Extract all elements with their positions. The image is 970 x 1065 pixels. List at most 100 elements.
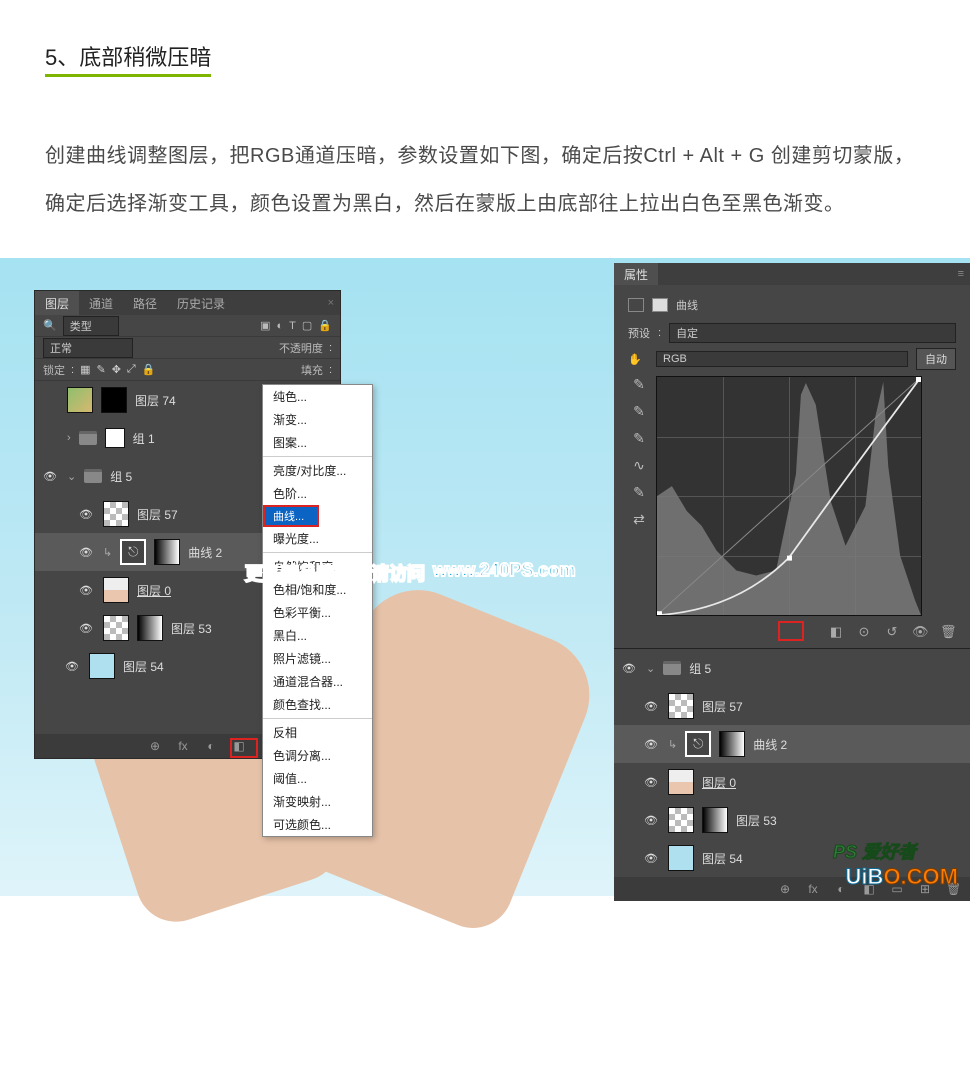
eyedropper-icon[interactable]: ✎ [633,430,645,447]
menu-item[interactable]: 渐变... [263,408,372,431]
layer-row-group[interactable]: 👁 ⌄ 组 5 [614,649,970,687]
layer-name[interactable]: 图层 0 [137,582,171,599]
layer-thumb[interactable] [67,387,93,413]
layer-row[interactable]: 👁 图层 57 [614,687,970,725]
lock-icon[interactable]: ▦ [80,363,90,376]
layer-row[interactable]: 👁 图层 0 [614,763,970,801]
layer-name[interactable]: 组 1 [133,430,155,447]
layer-name[interactable]: 组 5 [689,660,711,677]
adjustment-thumb[interactable]: ⎋ [685,731,711,757]
menu-item[interactable]: 阈值... [263,767,372,790]
menu-item[interactable]: 图案... [263,431,372,454]
visibility-toggle[interactable]: 👁 [63,660,81,673]
visibility-toggle[interactable]: 👁 [642,776,660,789]
tab-paths[interactable]: 路径 [123,291,167,315]
visibility-toggle[interactable]: 👁 [642,700,660,713]
menu-item[interactable]: 黑白... [263,624,372,647]
fx-icon[interactable]: fx [176,739,190,753]
layer-name[interactable]: 图层 54 [123,658,164,675]
smooth-icon[interactable]: ⇄ [633,511,645,528]
pencil-icon[interactable]: ✎ [633,484,645,501]
reset-icon[interactable]: ↺ [884,624,900,640]
visibility-toggle[interactable]: 👁 [620,662,638,675]
view-previous-icon[interactable]: ⊙ [856,624,872,640]
tab-layers[interactable]: 图层 [35,291,79,315]
layer-thumb[interactable] [668,845,694,871]
auto-button[interactable]: 自动 [916,348,956,370]
layer-name[interactable]: 曲线 2 [188,544,222,561]
layer-thumb[interactable] [89,653,115,679]
filter-icon letter-T[interactable]: T [289,320,296,332]
menu-item[interactable]: 照片滤镜... [263,647,372,670]
visibility-toggle[interactable]: 👁 [77,622,95,635]
mask-thumb[interactable] [702,807,728,833]
filter-icon[interactable]: ▣ [260,319,270,332]
visibility-toggle[interactable]: 👁 [642,852,660,865]
menu-item[interactable]: 可选颜色... [263,813,372,836]
curve-canvas[interactable] [656,376,922,616]
trash-icon[interactable]: 🗑 [940,624,956,640]
link-icon[interactable]: ⊕ [148,739,162,753]
menu-item[interactable]: 渐变映射... [263,790,372,813]
visibility-icon[interactable]: 👁 [912,624,928,640]
menu-item[interactable]: 曝光度... [263,527,372,550]
chevron-right-icon[interactable]: › [67,432,71,444]
search-icon[interactable]: 🔍 [43,319,57,332]
fx-icon[interactable]: fx [806,882,820,896]
visibility-toggle[interactable]: 👁 [77,546,95,559]
layer-thumb[interactable] [103,577,129,603]
layer-name[interactable]: 图层 0 [702,774,736,791]
mask-thumb[interactable] [154,539,180,565]
visibility-toggle[interactable]: 👁 [41,470,59,483]
visibility-toggle[interactable]: 👁 [77,508,95,521]
layer-name[interactable]: 图层 57 [137,506,178,523]
layer-row[interactable]: 👁 ↳ ⎋ 曲线 2 [614,725,970,763]
layer-thumb[interactable] [668,769,694,795]
lock-icon[interactable]: 🔒 [142,363,156,376]
visibility-toggle[interactable]: 👁 [642,738,660,751]
layer-name[interactable]: 图层 54 [702,850,743,867]
adjustment-thumb[interactable]: ⎋ [120,539,146,565]
eyedropper-icon[interactable]: ✎ [633,376,645,393]
visibility-toggle[interactable]: 👁 [77,584,95,597]
mask-icon[interactable] [652,298,668,312]
lock-icon[interactable]: ✥ [112,363,121,376]
menu-item[interactable]: 色调分离... [263,744,372,767]
menu-item[interactable]: 亮度/对比度... [263,459,372,482]
menu-icon[interactable]: ≡ [958,268,964,280]
chevron-down-icon[interactable]: ⌄ [67,470,76,483]
curve-point-icon[interactable]: ∿ [633,457,645,474]
chevron-down-icon[interactable]: ⌄ [646,662,655,675]
layer-name[interactable]: 图层 53 [171,620,212,637]
lock-icon[interactable]: ⤢ [127,363,136,376]
layer-thumb[interactable] [103,615,129,641]
mask-thumb[interactable] [719,731,745,757]
layer-thumb[interactable] [103,501,129,527]
menu-item[interactable]: 色阶... [263,482,372,505]
hand-icon[interactable]: ✋ [628,353,648,366]
mask-thumb[interactable] [137,615,163,641]
lock-icon[interactable]: ✎ [96,363,105,376]
layer-name[interactable]: 图层 53 [736,812,777,829]
visibility-toggle[interactable]: 👁 [642,814,660,827]
layer-name[interactable]: 曲线 2 [753,736,787,753]
clip-to-layer-icon[interactable]: ◧ [828,624,844,640]
layer-row[interactable]: 👁 图层 53 [614,801,970,839]
menu-item[interactable]: 通道混合器... [263,670,372,693]
kind-filter[interactable]: 类型 [63,316,119,336]
layer-thumb[interactable] [668,693,694,719]
layer-thumb[interactable] [668,807,694,833]
filter-icon[interactable]: ▢ [302,319,312,332]
menu-item[interactable]: 色彩平衡... [263,601,372,624]
mask-icon[interactable]: ◐ [204,739,218,753]
close-icon[interactable]: × [328,297,334,309]
link-icon[interactable]: ⊕ [778,882,792,896]
preset-select[interactable]: 自定 [669,323,956,343]
filter-icon[interactable]: 🔒 [318,319,332,332]
tab-properties[interactable]: 属性 [614,263,658,285]
layer-name[interactable]: 组 5 [110,468,132,485]
menu-item[interactable]: 反相 [263,721,372,744]
blend-mode-select[interactable]: 正常 [43,338,133,358]
layer-name[interactable]: 图层 57 [702,698,743,715]
menu-item[interactable]: 颜色查找... [263,693,372,716]
